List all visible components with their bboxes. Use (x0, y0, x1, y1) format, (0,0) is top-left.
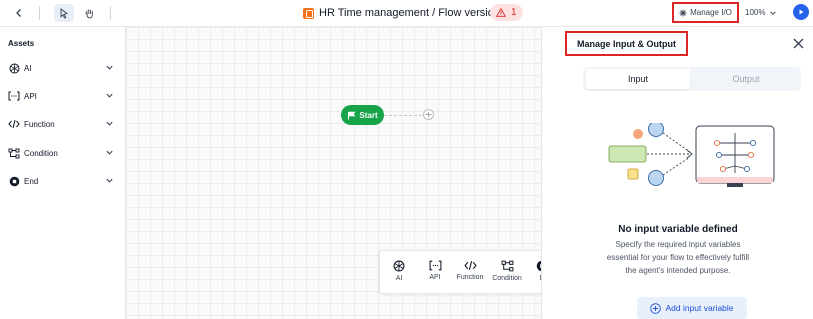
chevron-down-icon (770, 10, 777, 15)
divider (39, 6, 40, 20)
chevron-down-icon (106, 178, 113, 183)
assets-title: Assets (8, 39, 35, 48)
plus-circle-icon (650, 302, 662, 314)
warning-icon (496, 8, 506, 17)
chevron-down-icon (106, 150, 113, 155)
tool-end[interactable]: E (525, 260, 541, 282)
chevron-left-icon (16, 9, 21, 17)
back-button[interactable] (9, 4, 29, 22)
sidebar-item-end[interactable]: End (8, 173, 118, 189)
plus-icon (425, 111, 432, 118)
tool-label: API (429, 274, 441, 281)
manage-io-panel: Manage Input & Output Input Output No in… (541, 27, 813, 319)
tool-label: Condition (492, 275, 522, 282)
flag-icon (348, 111, 356, 119)
add-input-variable-label: Add input variable (665, 303, 734, 313)
add-node-button[interactable] (423, 109, 434, 120)
tool-ai[interactable]: AI (382, 260, 416, 282)
empty-state-description: Specify the required input variables ess… (606, 240, 750, 275)
tab-input[interactable]: Input (586, 69, 690, 89)
sidebar-item-label: Condition (24, 148, 58, 158)
add-input-variable-button[interactable]: Add input variable (637, 297, 747, 319)
api-icon (429, 260, 441, 271)
sidebar-item-ai[interactable]: AI (8, 60, 118, 76)
select-tool-button[interactable] (54, 4, 74, 22)
sparkle-icon (679, 9, 687, 16)
sidebar-item-label: AI (24, 63, 32, 73)
manage-io-label: Manage I/O (690, 8, 732, 17)
flow-canvas[interactable]: Start AI API Function Condition E (126, 27, 541, 319)
manage-io-button[interactable]: Manage I/O (672, 2, 739, 23)
sidebar-item-condition[interactable]: Condition (8, 145, 118, 161)
app-icon (303, 7, 314, 19)
tool-label: AI (395, 275, 403, 282)
pan-tool-button[interactable] (79, 4, 99, 22)
divider (110, 6, 111, 20)
close-icon (793, 38, 803, 48)
assets-sidebar: Assets AI API Function Condition End (0, 27, 126, 319)
branch-icon (501, 260, 513, 272)
code-icon (463, 261, 477, 270)
chevron-down-icon (106, 93, 113, 98)
warning-badge[interactable]: 1 (490, 4, 523, 21)
play-icon (799, 9, 804, 15)
empty-state-illustration (608, 123, 775, 187)
edge-connector (384, 115, 422, 116)
tool-condition[interactable]: Condition (490, 260, 524, 282)
sidebar-item-label: Function (24, 119, 55, 129)
start-node-label: Start (359, 110, 378, 120)
api-icon (8, 90, 20, 102)
chevron-down-icon (106, 121, 113, 126)
zoom-select[interactable]: 100% (745, 4, 777, 21)
start-node[interactable]: Start (341, 105, 384, 125)
tool-api[interactable]: API (418, 260, 452, 281)
branch-icon (8, 147, 20, 159)
pointer-icon (60, 7, 69, 19)
warning-count: 1 (511, 7, 517, 18)
sidebar-item-label: API (24, 91, 37, 101)
flow-title: HR Time management / Flow versions (319, 7, 506, 19)
panel-title: Manage Input & Output (577, 38, 676, 49)
io-tabs: Input Output (583, 67, 801, 91)
chevron-down-icon (106, 65, 113, 70)
close-button[interactable] (792, 37, 804, 49)
sidebar-item-function[interactable]: Function (8, 116, 118, 132)
hand-icon (84, 8, 93, 18)
code-icon (8, 118, 20, 130)
node-toolbox: AI API Function Condition E (379, 250, 541, 294)
panel-title-highlight: Manage Input & Output (565, 31, 688, 56)
tool-function[interactable]: Function (453, 260, 487, 281)
top-bar: HR Time management / Flow versions 1 Man… (0, 0, 813, 27)
sidebar-item-api[interactable]: API (8, 88, 118, 104)
empty-state-title: No input variable defined (618, 224, 738, 235)
tool-label: Function (456, 274, 484, 281)
run-button[interactable] (793, 4, 809, 20)
tab-output[interactable]: Output (694, 69, 798, 89)
zoom-level: 100% (745, 8, 766, 17)
flow-title-dropdown[interactable]: HR Time management / Flow versions (303, 4, 520, 22)
sidebar-item-label: End (24, 176, 39, 186)
ai-icon (8, 62, 20, 74)
stop-icon (8, 175, 20, 187)
ai-icon (393, 260, 405, 272)
